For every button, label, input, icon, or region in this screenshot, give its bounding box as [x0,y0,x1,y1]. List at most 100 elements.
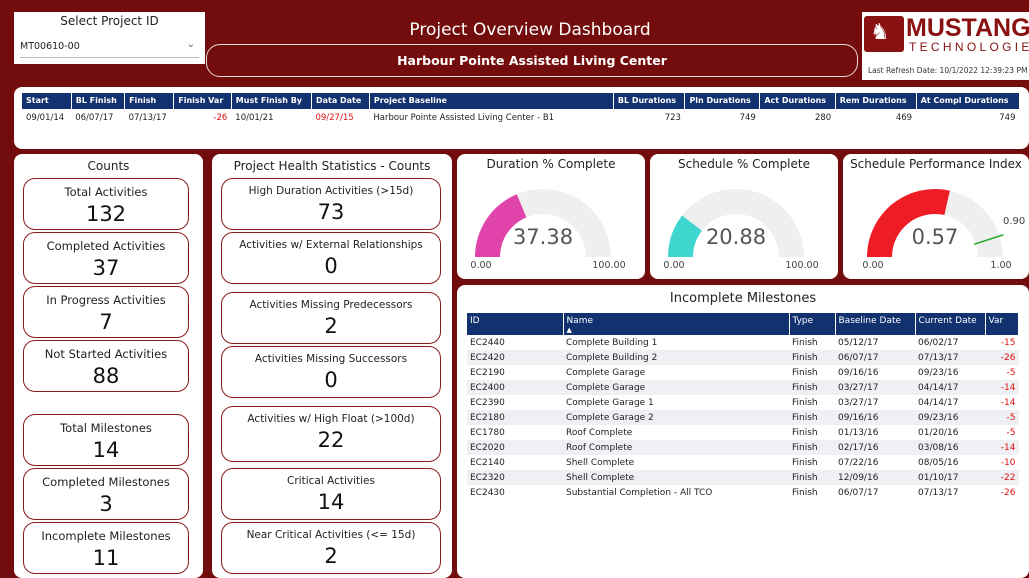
table-row: EC2420 Complete Building 2 Finish 06/07/17 0… [467,350,1019,365]
table-cell: 749 [739,113,756,123]
column-header[interactable]: Act Durations [759,93,836,109]
table-row: EC2190 Complete Garage Finish 09/16/16 09/23… [467,365,1019,380]
column-header-current-date[interactable]: Current Date [915,313,986,335]
column-header[interactable]: BL Finish [71,93,126,109]
stat-value: 73 [317,200,345,224]
gauge-max-label: 100.00 [785,260,818,271]
table-cell: 03/27/17 [838,397,879,408]
stat-label: Incomplete Milestones [41,529,171,543]
table-cell: 06/02/17 [918,337,959,348]
column-header-type[interactable]: Type [789,313,836,335]
stat-card-external-relationships: Activities w/ External Relationships 0 [221,232,441,284]
project-id-dropdown[interactable]: MT00610-00 ⌄ [20,38,199,58]
stat-value: 11 [92,546,120,570]
stat-label: Total Milestones [60,421,152,435]
column-header-id[interactable]: ID [467,313,564,335]
column-header[interactable]: Project Baseline [369,93,614,109]
table-cell: -22 [985,470,1019,485]
table-cell: 09/27/15 [315,113,354,123]
gauge-max-label: 100.00 [592,260,625,271]
stat-card-near-critical: Near Critical Activities (<= 15d) 2 [221,522,441,574]
table-cell: Finish [789,440,835,455]
table-cell: 280 [814,113,832,123]
baseline-summary-panel: Start BL Finish Finish Finish Var Must F… [14,87,1029,149]
stat-value: 88 [92,364,120,388]
table-cell: EC2180 [467,410,563,425]
stat-label: Total Activities [64,185,148,199]
table-cell: -5 [1006,367,1016,378]
column-header[interactable]: Pln Durations [684,93,761,109]
table-cell: Complete Building 2 [563,350,789,365]
select-project-label: Select Project ID [60,14,159,28]
table-cell: 07/22/16 [838,457,879,468]
column-header-baseline-date[interactable]: Baseline Date [835,313,916,335]
gauge-value: 37.38 [513,225,573,249]
table-cell: 09/16/16 [838,367,879,378]
stat-card-incomplete-milestones: Incomplete Milestones 11 [23,522,189,574]
column-header[interactable]: Finish Var [173,93,232,109]
table-cell: -14 [985,440,1019,455]
column-header[interactable]: At Compl Durations [916,93,1021,109]
project-select-panel: Select Project ID MT00610-00 ⌄ [14,12,205,64]
gauge-svg: 37.38 0.00 100.00 [470,189,626,271]
logo-panel: ♞ MUSTANG TECHNOLOGIES Last Refresh Date… [862,12,1029,80]
stat-card-high-float: Activities w/ High Float (>100d) 22 [221,406,441,462]
stat-value: 2 [324,544,338,568]
mustang-horse-icon: ♞ [864,16,904,52]
table-cell: EC2440 [470,337,505,348]
column-header[interactable]: Data Date [311,93,370,109]
table-cell: EC1780 [470,427,505,438]
stat-card-critical-activities: Critical Activities 14 [221,468,441,520]
stat-value: 3 [99,492,113,516]
column-header[interactable]: Start [22,93,72,109]
table-cell: Complete Garage [563,380,789,395]
stat-label: Not Started Activities [44,347,168,361]
table-row: EC2140 Shell Complete Finish 07/22/16 08/05/… [467,455,1019,470]
sort-ascending-icon[interactable]: ▲ [567,326,572,334]
table-cell: -10 [1000,457,1016,468]
table-cell: 06/07/17 [838,487,879,498]
stat-value: 7 [99,310,113,334]
table-cell: Finish [792,487,818,498]
table-row: EC2020 Roof Complete Finish 02/17/16 03/08/1… [467,440,1019,455]
gauge-value: 0.57 [912,225,959,249]
column-header[interactable]: Finish [124,93,175,109]
table-cell: 01/20/16 [918,427,959,438]
table-cell: Finish [792,457,818,468]
table-cell: 03/08/16 [915,440,985,455]
chevron-down-icon[interactable]: ⌄ [187,39,195,50]
milestones-table: ID Name ▲ Type Baseline Date Current Date… [467,313,1019,500]
table-cell: 09/16/16 [835,410,915,425]
table-cell: 749 [999,113,1016,123]
column-header[interactable]: BL Durations [613,93,686,109]
gauge-min-label: 0.00 [663,260,684,271]
table-row: EC2430 Substantial Completion - All TCO Fi… [467,485,1019,500]
page-title: Project Overview Dashboard [409,20,651,40]
stat-value: 37 [92,256,120,280]
table-cell: Complete Garage 2 [563,410,789,425]
counts-panel: Counts Total Activities 132 Completed Ac… [14,154,203,578]
stat-card-total-activities: Total Activities 132 [23,178,189,230]
stat-label: Activities w/ External Relationships [239,239,423,251]
table-cell: 07/13/17 [128,113,167,123]
column-header-name[interactable]: Name ▲ [563,313,790,335]
gauge-svg: 20.88 0.00 100.00 [663,189,819,271]
table-cell: Finish [789,350,835,365]
stat-label: In Progress Activities [46,293,166,307]
milestones-title: Incomplete Milestones [669,291,817,306]
stat-card-total-milestones: Total Milestones 14 [23,414,189,466]
stat-card-completed-milestones: Completed Milestones 3 [23,468,189,520]
gauge-min-label: 0.00 [470,260,491,271]
table-cell: 03/27/17 [835,380,915,395]
table-cell: Complete Garage [566,367,646,378]
table-row: EC2440 Complete Building 1 Finish 05/12/17 0… [467,335,1019,350]
table-cell: Substantial Completion - All TCO [566,487,713,498]
gauge-max-label: 1.00 [990,260,1011,271]
table-cell: Finish [789,410,835,425]
project-name-banner: Harbour Pointe Assisted Living Center [206,44,858,77]
column-header-var[interactable]: Var [985,313,1019,335]
column-header[interactable]: Rem Durations [835,93,917,109]
table-cell: Finish [792,337,818,348]
column-header[interactable]: Must Finish By [231,93,312,109]
gauge-target-label: 0.90 [1003,216,1025,227]
